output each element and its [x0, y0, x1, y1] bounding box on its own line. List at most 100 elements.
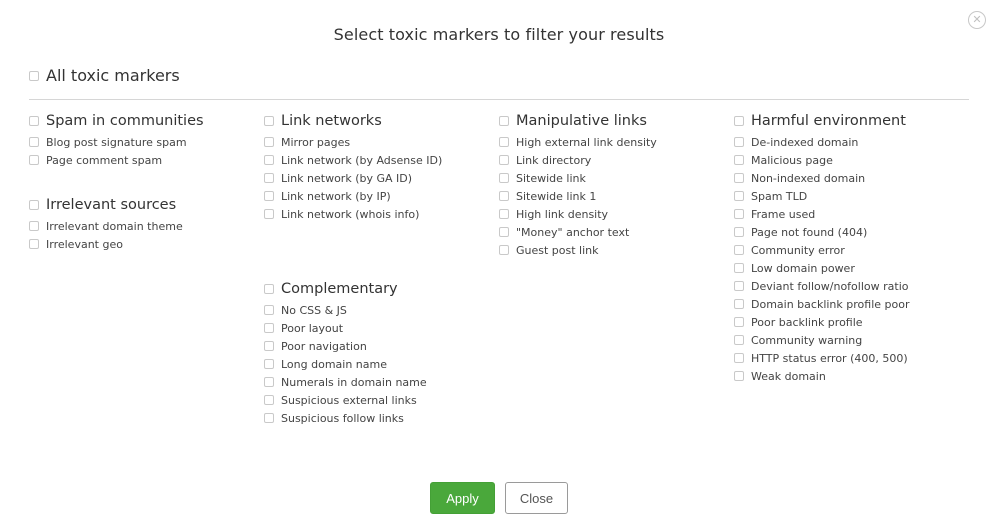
group-header-link-networks[interactable]: Link networks	[264, 111, 442, 131]
all-toxic-markers-checkbox[interactable]	[29, 70, 39, 81]
marker-checkbox[interactable]	[29, 221, 39, 231]
group-header-complementary[interactable]: Complementary	[264, 279, 427, 299]
marker-checkbox[interactable]	[734, 281, 744, 291]
group-checkbox[interactable]	[264, 116, 274, 126]
group-irrelevant-sources: Irrelevant sources Irrelevant domain them…	[29, 195, 183, 253]
marker-option[interactable]: Irrelevant geo	[29, 235, 183, 253]
apply-button[interactable]: Apply	[430, 482, 495, 514]
marker-checkbox[interactable]	[264, 173, 274, 183]
marker-checkbox[interactable]	[734, 191, 744, 201]
marker-checkbox[interactable]	[264, 191, 274, 201]
marker-option[interactable]: Long domain name	[264, 355, 427, 373]
marker-checkbox[interactable]	[499, 209, 509, 219]
marker-checkbox[interactable]	[264, 377, 274, 387]
group-header-spam-in-communities[interactable]: Spam in communities	[29, 111, 204, 131]
marker-option[interactable]: Guest post link	[499, 241, 657, 259]
marker-checkbox[interactable]	[264, 155, 274, 165]
marker-option[interactable]: Malicious page	[734, 151, 909, 169]
marker-option[interactable]: High external link density	[499, 133, 657, 151]
marker-option[interactable]: Irrelevant domain theme	[29, 217, 183, 235]
marker-checkbox[interactable]	[29, 137, 39, 147]
group-header-irrelevant-sources[interactable]: Irrelevant sources	[29, 195, 183, 215]
marker-label: Spam TLD	[751, 189, 808, 203]
marker-option[interactable]: No CSS & JS	[264, 301, 427, 319]
close-button[interactable]: Close	[505, 482, 568, 514]
marker-checkbox[interactable]	[264, 395, 274, 405]
marker-option[interactable]: Spam TLD	[734, 187, 909, 205]
marker-checkbox[interactable]	[734, 173, 744, 183]
marker-option[interactable]: Community warning	[734, 331, 909, 349]
marker-checkbox[interactable]	[499, 137, 509, 147]
marker-checkbox[interactable]	[734, 335, 744, 345]
marker-checkbox[interactable]	[264, 305, 274, 315]
marker-option[interactable]: Non-indexed domain	[734, 169, 909, 187]
marker-option[interactable]: Numerals in domain name	[264, 373, 427, 391]
marker-option[interactable]: Link network (by GA ID)	[264, 169, 442, 187]
marker-checkbox[interactable]	[734, 263, 744, 273]
marker-checkbox[interactable]	[264, 359, 274, 369]
marker-option[interactable]: De-indexed domain	[734, 133, 909, 151]
marker-option[interactable]: Page not found (404)	[734, 223, 909, 241]
marker-option[interactable]: Poor backlink profile	[734, 313, 909, 331]
marker-checkbox[interactable]	[29, 239, 39, 249]
group-header-harmful-environment[interactable]: Harmful environment	[734, 111, 909, 131]
marker-label: De-indexed domain	[751, 135, 859, 149]
all-toxic-markers-option[interactable]: All toxic markers	[29, 66, 180, 85]
marker-option[interactable]: "Money" anchor text	[499, 223, 657, 241]
marker-checkbox[interactable]	[264, 209, 274, 219]
marker-option[interactable]: Poor navigation	[264, 337, 427, 355]
marker-option[interactable]: Sitewide link	[499, 169, 657, 187]
group-checkbox[interactable]	[29, 200, 39, 210]
marker-checkbox[interactable]	[734, 299, 744, 309]
marker-checkbox[interactable]	[499, 155, 509, 165]
marker-checkbox[interactable]	[499, 173, 509, 183]
marker-checkbox[interactable]	[29, 155, 39, 165]
close-dialog-icon[interactable]: ✕	[968, 11, 986, 29]
group-header-manipulative-links[interactable]: Manipulative links	[499, 111, 657, 131]
group-checkbox[interactable]	[734, 116, 744, 126]
marker-checkbox[interactable]	[264, 413, 274, 423]
marker-checkbox[interactable]	[734, 227, 744, 237]
marker-option[interactable]: Deviant follow/nofollow ratio	[734, 277, 909, 295]
marker-option[interactable]: Domain backlink profile poor	[734, 295, 909, 313]
marker-option[interactable]: Link network (by Adsense ID)	[264, 151, 442, 169]
marker-checkbox[interactable]	[734, 371, 744, 381]
marker-checkbox[interactable]	[734, 137, 744, 147]
marker-option[interactable]: Blog post signature spam	[29, 133, 204, 151]
marker-label: Suspicious follow links	[281, 411, 404, 425]
marker-checkbox[interactable]	[264, 323, 274, 333]
marker-checkbox[interactable]	[264, 341, 274, 351]
marker-option[interactable]: Low domain power	[734, 259, 909, 277]
marker-option[interactable]: Suspicious external links	[264, 391, 427, 409]
marker-option[interactable]: Link network (by IP)	[264, 187, 442, 205]
marker-checkbox[interactable]	[499, 245, 509, 255]
marker-label: High link density	[516, 207, 609, 221]
marker-option[interactable]: Community error	[734, 241, 909, 259]
marker-checkbox[interactable]	[499, 191, 509, 201]
marker-option[interactable]: Frame used	[734, 205, 909, 223]
marker-option[interactable]: Poor layout	[264, 319, 427, 337]
marker-option[interactable]: Link network (whois info)	[264, 205, 442, 223]
marker-option[interactable]: High link density	[499, 205, 657, 223]
marker-option[interactable]: Sitewide link 1	[499, 187, 657, 205]
marker-label: Community warning	[751, 333, 863, 347]
marker-checkbox[interactable]	[734, 353, 744, 363]
marker-label: Irrelevant geo	[46, 237, 123, 251]
marker-option[interactable]: Weak domain	[734, 367, 909, 385]
group-checkbox[interactable]	[499, 116, 509, 126]
marker-checkbox[interactable]	[734, 317, 744, 327]
marker-checkbox[interactable]	[734, 155, 744, 165]
marker-label: Mirror pages	[281, 135, 351, 149]
marker-checkbox[interactable]	[734, 245, 744, 255]
marker-option[interactable]: Suspicious follow links	[264, 409, 427, 427]
marker-option[interactable]: Link directory	[499, 151, 657, 169]
marker-option[interactable]: Mirror pages	[264, 133, 442, 151]
marker-option[interactable]: Page comment spam	[29, 151, 204, 169]
marker-checkbox[interactable]	[264, 137, 274, 147]
marker-option[interactable]: HTTP status error (400, 500)	[734, 349, 909, 367]
group-checkbox[interactable]	[264, 284, 274, 294]
marker-label: Poor backlink profile	[751, 315, 863, 329]
group-checkbox[interactable]	[29, 116, 39, 126]
marker-checkbox[interactable]	[499, 227, 509, 237]
marker-checkbox[interactable]	[734, 209, 744, 219]
